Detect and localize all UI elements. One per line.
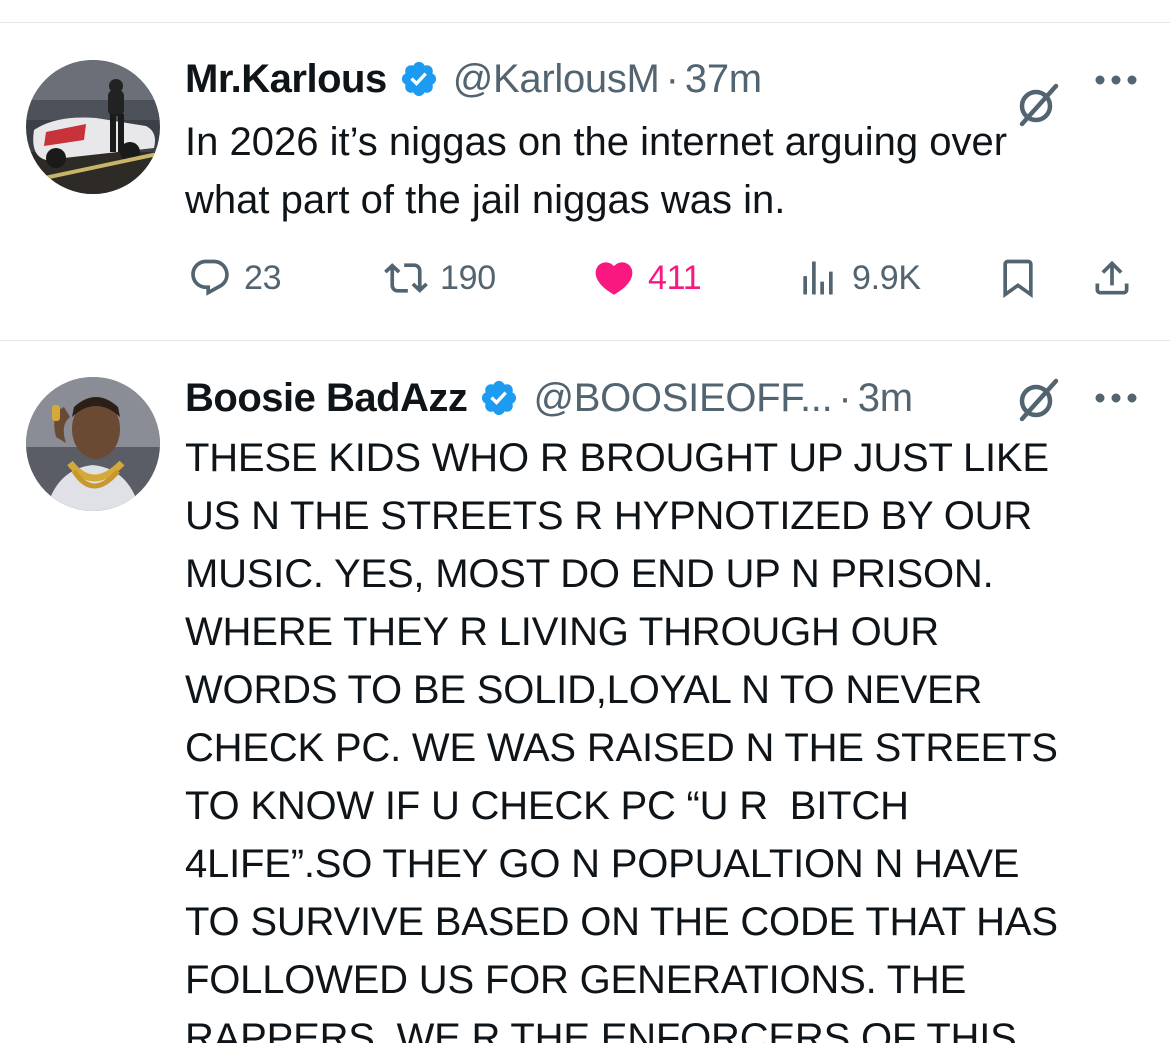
heart-filled-icon — [595, 262, 633, 295]
like-button[interactable]: 411 — [592, 253, 702, 303]
action-bar: 23 190 411 9.9K — [0, 253, 1170, 303]
author-handle[interactable]: @BOOSIEOFF... — [533, 376, 832, 421]
tweet-text: THESE KIDS WHO R BROUGHT UP JUST LIKE US… — [185, 436, 1058, 1043]
avatar-photo-person — [26, 377, 160, 511]
avatar[interactable] — [26, 60, 160, 194]
grok-icon[interactable] — [1014, 375, 1062, 423]
author-handle[interactable]: @KarlousM — [453, 57, 660, 102]
retweet-button[interactable]: 190 — [384, 253, 496, 303]
bookmark-icon — [1003, 259, 1033, 299]
views-button[interactable]: 9.9K — [796, 253, 921, 303]
share-button[interactable] — [1090, 253, 1134, 303]
views-count: 9.9K — [852, 258, 921, 297]
author-name[interactable]: Boosie BadAzz — [185, 376, 468, 421]
separator-dot: · — [838, 375, 852, 420]
reply-button[interactable]: 23 — [188, 253, 282, 303]
retweet-icon — [384, 263, 428, 293]
verified-badge-icon — [401, 61, 436, 97]
grok-icon[interactable] — [1014, 80, 1062, 128]
tweet-header: Boosie BadAzz @BOOSIEOFF... · 3m — [185, 373, 913, 423]
avatar[interactable] — [26, 377, 160, 511]
timestamp[interactable]: 37m — [685, 57, 762, 102]
tweet-header: Mr.Karlous @KarlousM · 37m — [185, 54, 762, 104]
bookmark-button[interactable] — [996, 253, 1040, 303]
separator-dot: · — [665, 56, 679, 101]
share-icon — [1095, 260, 1129, 295]
verified-badge-icon — [482, 380, 517, 416]
author-name[interactable]: Mr.Karlous — [185, 57, 387, 102]
tweet-karlous[interactable]: Mr.Karlous @KarlousM · 37m In 2026 it’s … — [0, 23, 1170, 340]
reply-icon — [191, 259, 229, 296]
reply-count: 23 — [244, 258, 282, 297]
more-options-icon[interactable] — [1094, 392, 1138, 404]
retweet-count: 190 — [440, 258, 496, 297]
avatar-photo-car — [26, 60, 160, 194]
like-count: 411 — [648, 258, 702, 297]
tweet-boosie[interactable]: Boosie BadAzz @BOOSIEOFF... · 3m THESE K… — [0, 341, 1170, 1043]
views-icon — [803, 261, 833, 295]
more-options-icon[interactable] — [1094, 74, 1138, 86]
timestamp[interactable]: 3m — [858, 376, 913, 421]
tweet-text: In 2026 it’s niggas on the internet argu… — [185, 120, 1008, 222]
